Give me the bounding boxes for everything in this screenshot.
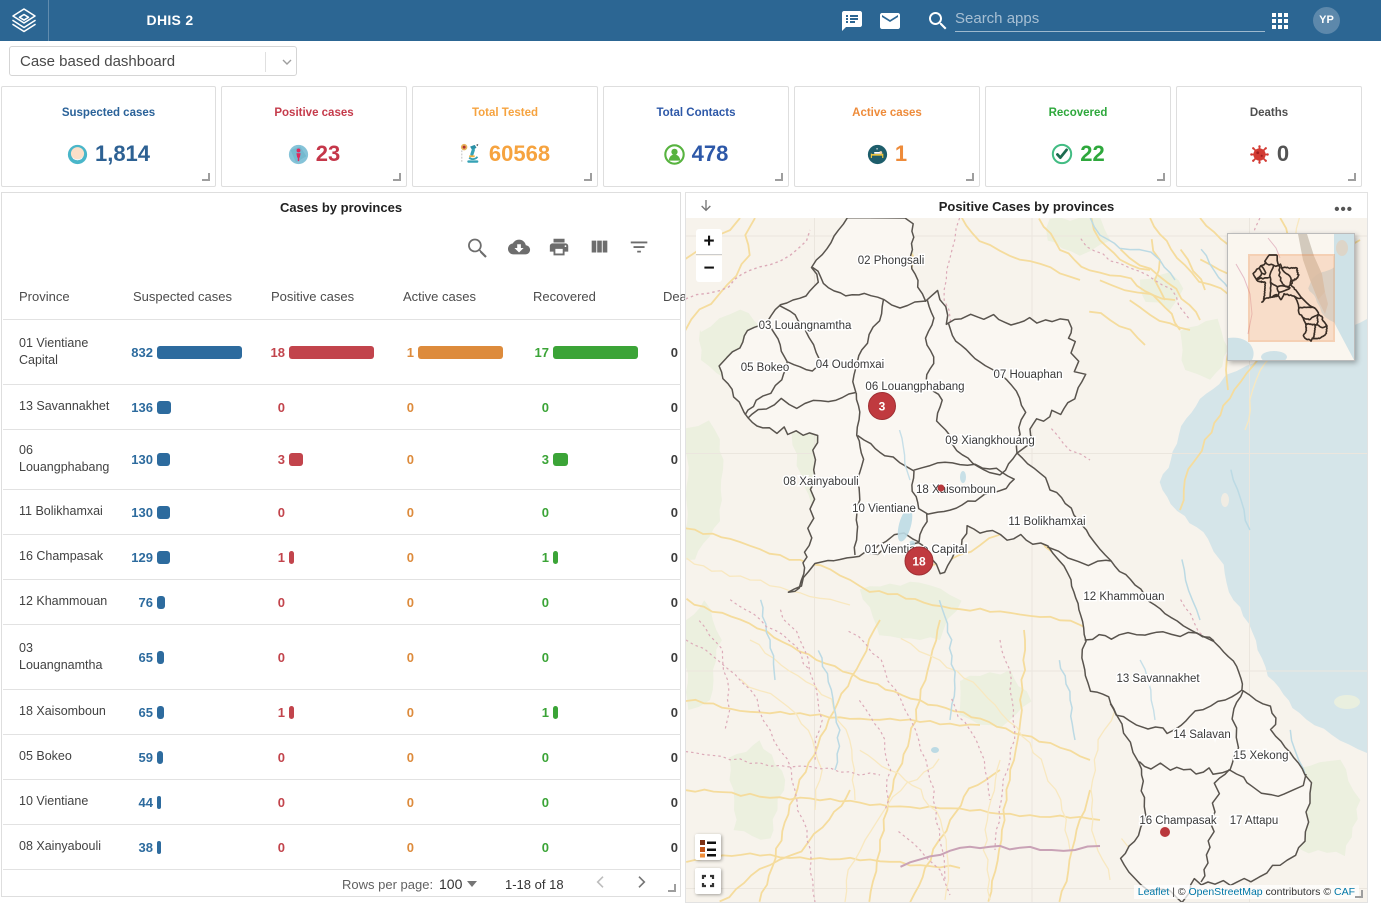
svg-text:04 Oudomxai: 04 Oudomxai xyxy=(816,359,884,371)
svg-text:10 Vientiane: 10 Vientiane xyxy=(852,503,916,515)
svg-text:02 Phongsali: 02 Phongsali xyxy=(858,255,925,267)
svg-text:16 Champasak: 16 Champasak xyxy=(1139,815,1217,827)
svg-text:11 Bolikhamxai: 11 Bolikhamxai xyxy=(1008,516,1085,528)
svg-text:18 Xaisomboun: 18 Xaisomboun xyxy=(916,484,996,496)
svg-text:03 Louangnamtha: 03 Louangnamtha xyxy=(759,320,852,332)
svg-text:13 Savannakhet: 13 Savannakhet xyxy=(1116,673,1200,685)
svg-text:08 Xainyabouli: 08 Xainyabouli xyxy=(783,476,858,488)
svg-text:14 Salavan: 14 Salavan xyxy=(1173,729,1231,741)
svg-text:06 Louangphabang: 06 Louangphabang xyxy=(865,381,964,393)
svg-text:3: 3 xyxy=(879,400,886,414)
svg-text:05 Bokeo: 05 Bokeo xyxy=(741,362,790,374)
svg-text:12 Khammouan: 12 Khammouan xyxy=(1083,591,1164,603)
svg-text:15 Xekong: 15 Xekong xyxy=(1234,750,1289,762)
svg-text:18: 18 xyxy=(912,555,926,569)
svg-text:09 Xiangkhouang: 09 Xiangkhouang xyxy=(945,435,1035,447)
svg-text:07 Houaphan: 07 Houaphan xyxy=(993,369,1062,381)
svg-text:17 Attapu: 17 Attapu xyxy=(1230,815,1279,827)
